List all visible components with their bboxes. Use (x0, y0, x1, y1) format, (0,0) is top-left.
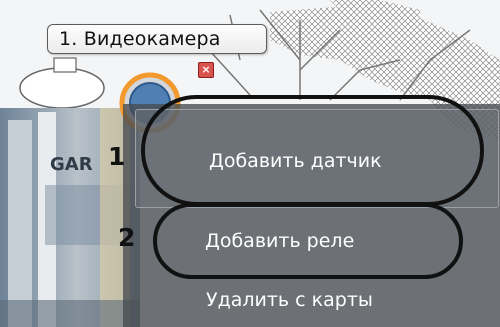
menu-item-label: Добавить датчик (209, 150, 382, 172)
menu-item-label: Удалить с карты (206, 289, 373, 311)
camera-name-tooltip: 1. Видеокамера (47, 24, 267, 54)
menu-item-add-relay[interactable]: Добавить реле (147, 219, 500, 269)
camera-name-label: 1. Видеокамера (59, 28, 221, 50)
annotation-number-1: 1 (108, 142, 126, 171)
menu-item-remove-from-map[interactable]: Удалить с карты (147, 278, 500, 323)
menu-item-label: Добавить реле (205, 230, 355, 252)
context-menu: Добавить датчик Добавить реле Удалить с … (123, 104, 500, 327)
map-view[interactable]: GAR 1. Видеокамера × Добавить датчик Доб… (0, 0, 500, 327)
menu-item-add-sensor[interactable]: Добавить датчик (135, 109, 499, 208)
close-icon[interactable]: × (198, 62, 214, 78)
svg-text:GAR: GAR (50, 154, 93, 175)
annotation-number-2: 2 (118, 223, 136, 252)
